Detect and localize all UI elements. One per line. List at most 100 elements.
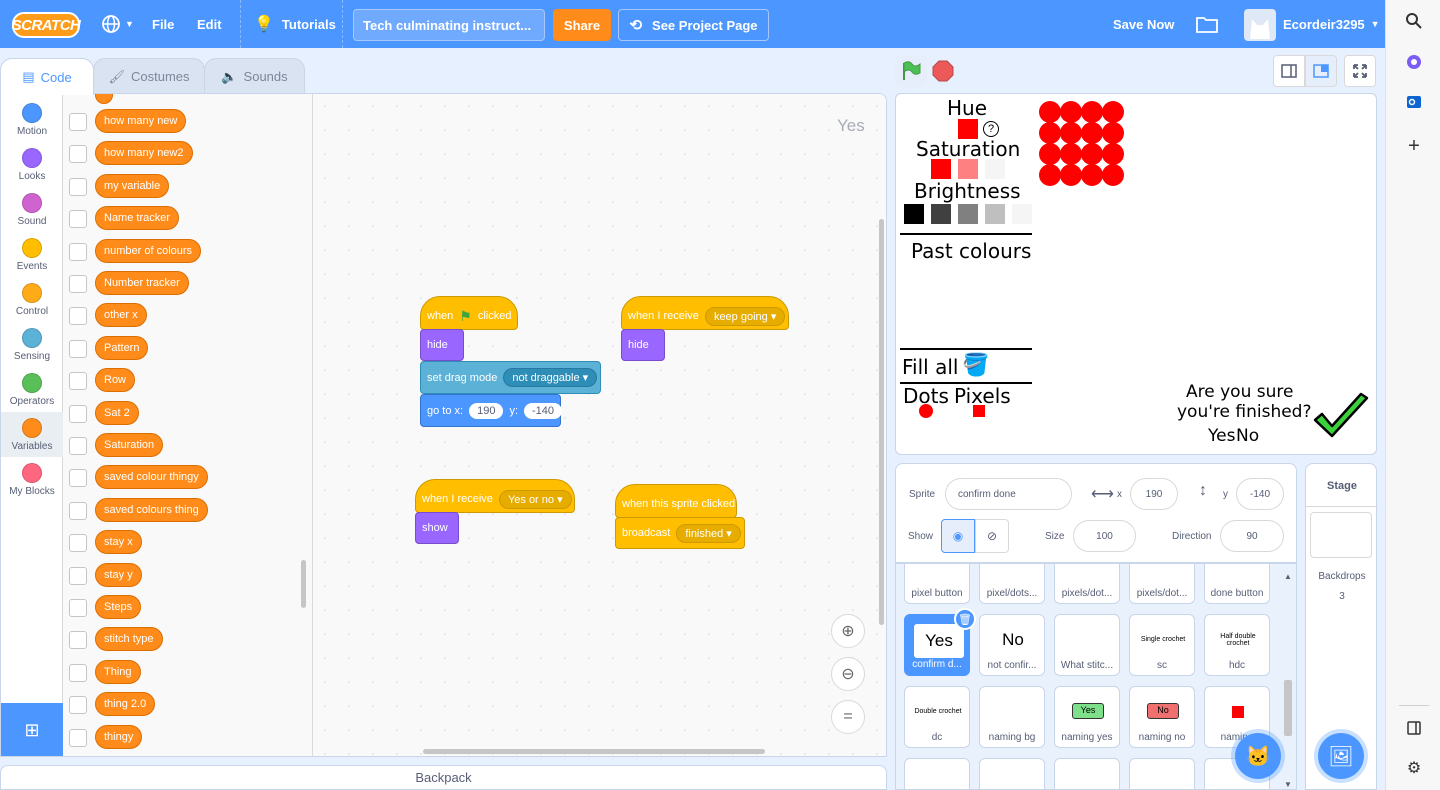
variable-block[interactable]: thingy xyxy=(95,724,143,749)
dot-cell[interactable] xyxy=(1081,101,1103,123)
zoom-in-button[interactable]: ⊕ xyxy=(831,614,865,648)
dot-cell[interactable] xyxy=(1039,101,1061,123)
sprite-tile[interactable]: Yes confirm d... 🗑 xyxy=(904,608,976,676)
dot-cell[interactable] xyxy=(1081,122,1103,144)
file-menu[interactable]: File xyxy=(152,0,174,48)
message-dropdown[interactable]: keep going ▾ xyxy=(704,306,786,326)
sprite-tile[interactable]: pixel/dots... xyxy=(979,564,1045,604)
category-sensing[interactable]: Sensing xyxy=(1,322,63,367)
sprite-tile[interactable]: What stitc... xyxy=(1054,614,1120,676)
variable-block[interactable]: Row xyxy=(95,368,136,393)
y-input[interactable]: -140 xyxy=(524,402,563,419)
sprite-tile[interactable]: done button xyxy=(1204,564,1270,604)
dot-cell[interactable] xyxy=(1039,164,1061,186)
dot-cell[interactable] xyxy=(1081,164,1103,186)
x-input[interactable]: 190 xyxy=(469,402,504,419)
palette-scrollbar[interactable] xyxy=(301,560,306,608)
copilot-icon[interactable] xyxy=(1403,51,1425,73)
drag-mode-dropdown[interactable]: not draggable ▾ xyxy=(503,368,598,387)
choose-backdrop-button[interactable]: 🖼 xyxy=(1318,733,1364,779)
category-sound[interactable]: Sound xyxy=(1,187,63,232)
when-this-sprite-clicked-block[interactable]: when this sprite clicked xyxy=(615,484,737,518)
variable-checkbox[interactable] xyxy=(69,599,87,617)
variable-block[interactable]: stitch type xyxy=(95,627,163,652)
variable-block[interactable]: saved colour thingy xyxy=(95,465,208,490)
outlook-icon[interactable] xyxy=(1403,91,1425,113)
variable-block[interactable]: how many new xyxy=(95,109,187,133)
dot-cell[interactable] xyxy=(1039,122,1061,144)
variable-block[interactable]: Pattern xyxy=(95,335,149,360)
variable-checkbox[interactable] xyxy=(69,404,87,423)
sprite-tile[interactable]: No naming no xyxy=(1129,686,1195,748)
variable-checkbox[interactable] xyxy=(69,566,87,585)
dot-cell[interactable] xyxy=(1102,122,1124,144)
stage-canvas[interactable]: Hue ? Saturation Brightness Past colours… xyxy=(895,93,1377,455)
category-looks[interactable]: Looks xyxy=(1,142,63,187)
scroll-thumb[interactable] xyxy=(1284,680,1292,736)
variable-block[interactable]: Thing xyxy=(95,659,141,684)
sprite-tile[interactable]: No not confir... xyxy=(979,614,1045,676)
add-extension-button[interactable]: ⊞ xyxy=(1,703,63,756)
tutorials-button[interactable]: 💡 Tutorials xyxy=(254,0,336,48)
project-title-input[interactable]: Tech culminating instruct... xyxy=(353,9,545,41)
sprite-tile[interactable]: pixel button xyxy=(904,564,970,604)
category-motion[interactable]: Motion xyxy=(1,97,63,142)
sprite-tile[interactable]: pixels/dot... xyxy=(1054,564,1120,604)
scratch-logo[interactable]: SCRATCH xyxy=(12,12,81,38)
sidebar-toggle-icon[interactable] xyxy=(1403,717,1425,739)
no-button[interactable]: No xyxy=(1236,426,1259,446)
edit-menu[interactable]: Edit xyxy=(197,0,222,48)
message-dropdown[interactable]: Yes or no ▾ xyxy=(498,489,572,509)
variable-checkbox[interactable] xyxy=(69,501,87,520)
variable-checkbox[interactable] xyxy=(69,145,87,164)
see-project-page-button[interactable]: ⟲ See Project Page xyxy=(618,9,769,41)
variable-checkbox[interactable] xyxy=(69,113,87,131)
variable-checkbox[interactable] xyxy=(69,534,87,553)
show-hidden-button[interactable]: ⊘ xyxy=(975,519,1009,553)
sprite-tile[interactable] xyxy=(1054,758,1120,789)
hide-block[interactable]: hide xyxy=(420,329,464,361)
fullscreen-button[interactable] xyxy=(1344,55,1376,87)
help-icon[interactable]: ? xyxy=(983,121,999,137)
y-input[interactable]: -140 xyxy=(1236,478,1284,510)
set-drag-mode-block[interactable]: set drag mode not draggable ▾ xyxy=(420,361,601,394)
scroll-down-icon[interactable]: ▼ xyxy=(1284,780,1292,789)
zoom-out-button[interactable]: ⊖ xyxy=(831,657,865,691)
when-flag-clicked-block[interactable]: when ⚑ clicked xyxy=(420,296,518,330)
dot-cell[interactable] xyxy=(1102,164,1124,186)
paint-bucket-icon[interactable]: 🪣 xyxy=(962,352,989,378)
saturation-swatch[interactable] xyxy=(985,159,1005,179)
variable-checkbox[interactable] xyxy=(69,307,87,326)
variable-checkbox[interactable] xyxy=(69,372,87,391)
variable-block[interactable]: Number tracker xyxy=(95,271,189,295)
green-flag-button[interactable] xyxy=(895,55,927,87)
stop-button[interactable] xyxy=(931,59,955,83)
show-visible-button[interactable]: ◉ xyxy=(941,519,975,553)
dot-cell[interactable] xyxy=(1081,143,1103,165)
dot-cell[interactable] xyxy=(1039,143,1061,165)
sprite-tile[interactable]: pixels/dot... xyxy=(1129,564,1195,604)
search-icon[interactable] xyxy=(1403,10,1425,32)
variable-checkbox[interactable] xyxy=(69,275,87,293)
tab-costumes[interactable]: 🖌 Costumes xyxy=(93,58,205,94)
dot-cell[interactable] xyxy=(1102,101,1124,123)
message-dropdown[interactable]: finished ▾ xyxy=(676,523,741,543)
hide-block[interactable]: hide xyxy=(621,329,665,361)
variable-block[interactable]: number of colours xyxy=(95,238,202,263)
save-now-button[interactable]: Save Now xyxy=(1113,0,1174,48)
when-i-receive-block[interactable]: when I receive keep going ▾ xyxy=(621,296,789,330)
variable-block[interactable]: saved colours thing xyxy=(95,497,208,522)
variable-checkbox[interactable] xyxy=(69,663,87,682)
broadcast-block[interactable]: broadcast finished ▾ xyxy=(615,517,745,549)
variable-checkbox[interactable] xyxy=(69,242,87,261)
vertical-scrollbar[interactable] xyxy=(879,219,884,625)
sprite-list-scrollbar[interactable]: ▲ ▼ xyxy=(1284,568,1292,789)
account-menu[interactable]: Ecordeir3295 ▼ xyxy=(1283,0,1380,48)
saturation-swatch[interactable] xyxy=(958,159,978,179)
variable-block[interactable]: Saturation xyxy=(95,433,164,457)
fill-all-button[interactable]: Fill all xyxy=(902,355,958,379)
variable-block[interactable]: Steps xyxy=(95,595,142,619)
trash-icon[interactable]: 🗑 xyxy=(954,608,976,630)
category-operators[interactable]: Operators xyxy=(1,367,63,412)
sprite-tile[interactable] xyxy=(1129,758,1195,789)
